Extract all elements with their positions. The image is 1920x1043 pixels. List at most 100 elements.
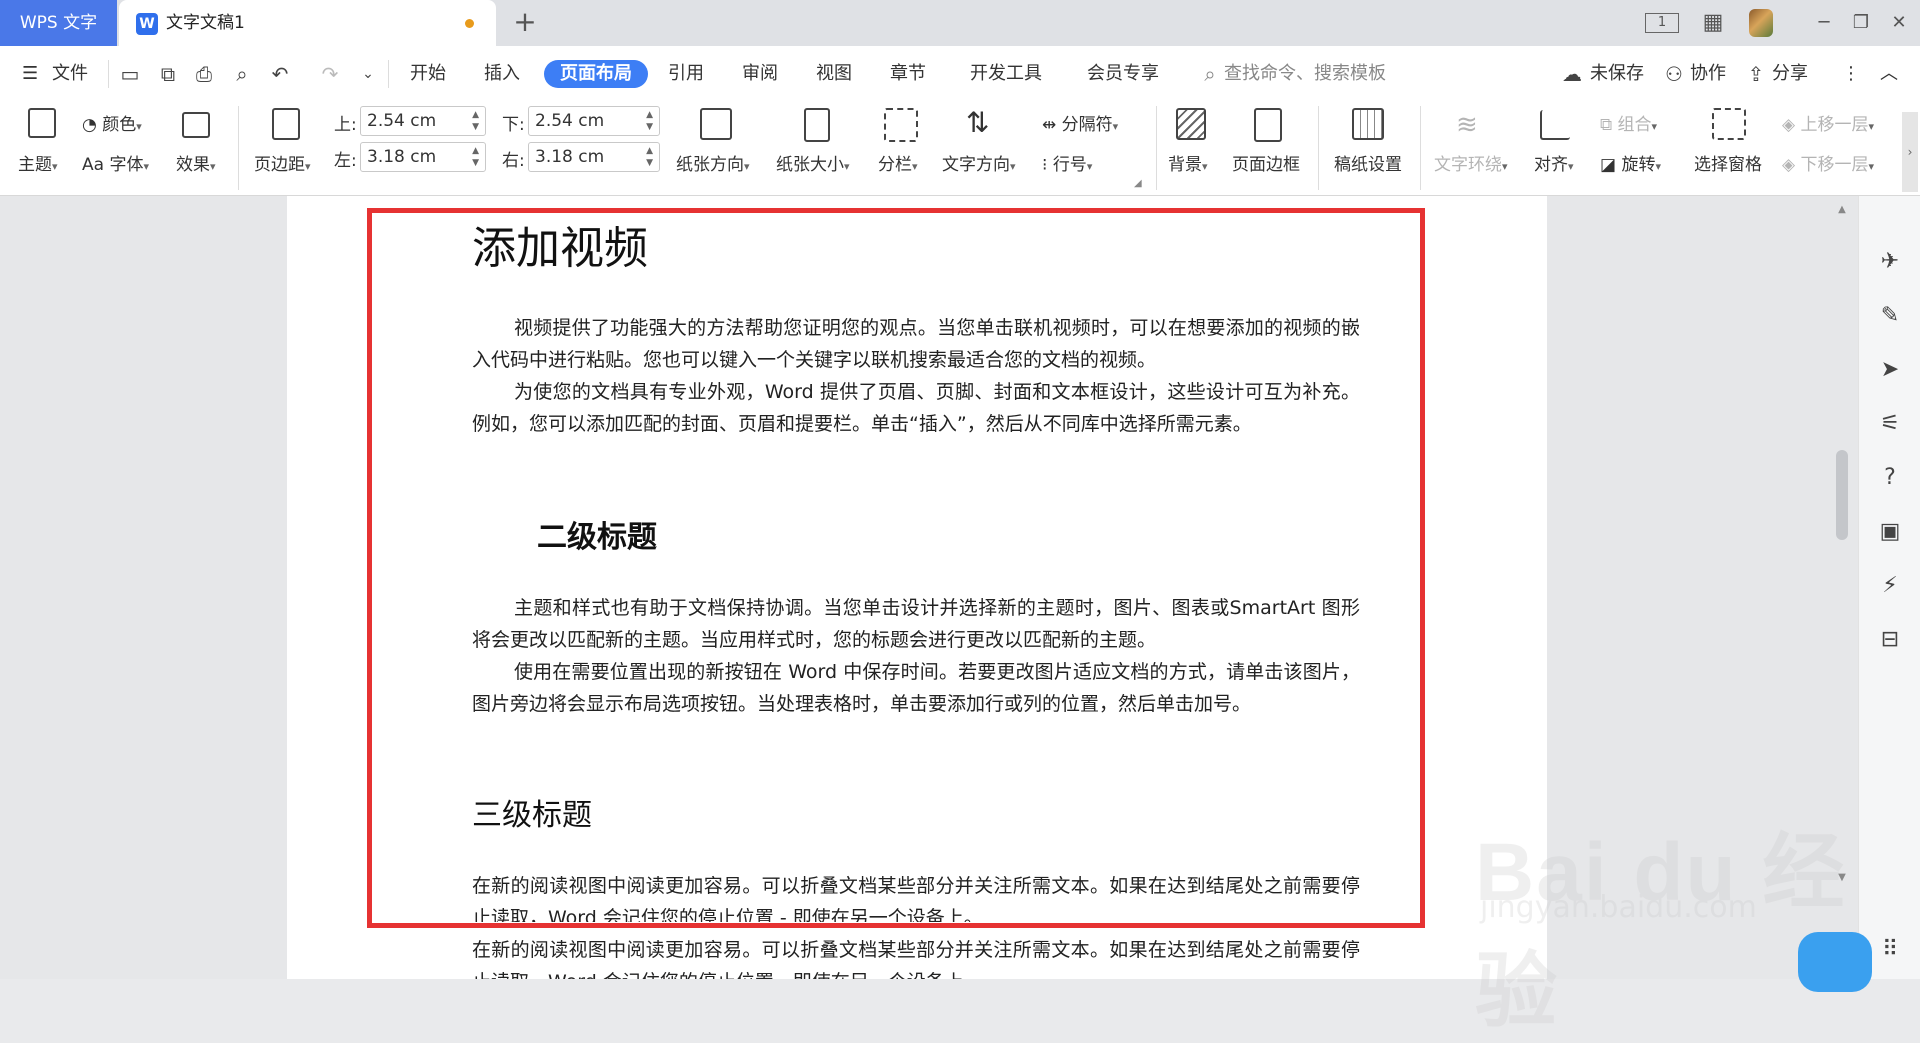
tab-sections[interactable]: 章节 bbox=[890, 60, 926, 88]
ribbon-scroll-right-icon[interactable]: › bbox=[1902, 112, 1918, 192]
document-tab[interactable]: W 文字文稿1 bbox=[119, 0, 496, 46]
left-margin-input[interactable]: 3.18 cm ▲ ▼ bbox=[360, 142, 486, 172]
right-margin-input[interactable]: 3.18 cm ▲ ▼ bbox=[528, 142, 660, 172]
print-icon[interactable]: ⎙ bbox=[190, 60, 218, 88]
orientation-button[interactable]: 纸张方向▾ bbox=[676, 150, 750, 175]
image-tools-icon[interactable]: ▣ bbox=[1874, 516, 1906, 548]
left-margin-label: 左: bbox=[334, 151, 357, 171]
background-button[interactable]: 背景▾ bbox=[1168, 150, 1208, 175]
command-search[interactable]: 查找命令、搜索模板 bbox=[1224, 60, 1386, 88]
align-icon bbox=[1540, 110, 1570, 140]
title-bar: WPS 文字 W 文字文稿1 + 1 ▦ ─ ❐ ✕ bbox=[0, 0, 1920, 46]
margins-icon bbox=[272, 108, 300, 140]
page-border-button[interactable]: 页面边框 bbox=[1232, 150, 1300, 175]
print-preview-icon[interactable]: ⌕ bbox=[228, 60, 256, 88]
cloud-icon: ☁ bbox=[1562, 62, 1582, 86]
grid-paper-icon bbox=[1352, 108, 1384, 140]
effects-button[interactable]: 效果▾ bbox=[176, 150, 216, 175]
divider bbox=[108, 60, 109, 88]
more-options-icon[interactable]: ⋮ bbox=[1842, 60, 1860, 88]
divider bbox=[1318, 106, 1319, 190]
paper-size-button[interactable]: 纸张大小▾ bbox=[776, 150, 850, 175]
right-margin-label: 右: bbox=[502, 151, 525, 171]
group-button[interactable]: ⧉ 组合▾ bbox=[1600, 110, 1657, 135]
divider bbox=[1156, 106, 1157, 190]
selection-pane-icon bbox=[1712, 108, 1746, 140]
tab-home[interactable]: 开始 bbox=[410, 60, 446, 88]
unsaved-dot-icon bbox=[465, 19, 474, 28]
paragraph[interactable]: 在新的阅读视图中阅读更加容易。可以折叠文档某些部分并关注所需文本。如果在达到结尾… bbox=[472, 934, 1360, 979]
pen-icon[interactable]: ✎ bbox=[1874, 300, 1906, 332]
hamburger-icon[interactable]: ☰ bbox=[22, 60, 38, 88]
tab-insert[interactable]: 插入 bbox=[484, 60, 520, 88]
rotate-button[interactable]: ◪ 旋转▾ bbox=[1600, 150, 1661, 175]
customize-quick-access-icon[interactable]: ⌄ bbox=[354, 60, 382, 88]
background-icon bbox=[1176, 108, 1206, 140]
undo-icon[interactable]: ↶ bbox=[266, 60, 294, 88]
menu-bar: ☰ 文件 ▭ ⧉ ⎙ ⌕ ↶ ↷ ⌄ 开始 插入 页面布局 引用 审阅 视图 章… bbox=[0, 46, 1920, 100]
selection-pane-button[interactable]: 选择窗格 bbox=[1694, 150, 1762, 175]
scrollbar-thumb[interactable] bbox=[1836, 450, 1848, 540]
share-button[interactable]: 分享 bbox=[1772, 60, 1808, 88]
bottom-margin-input[interactable]: 2.54 cm ▲ ▼ bbox=[528, 106, 660, 136]
rocket-icon[interactable]: ✈ bbox=[1874, 246, 1906, 278]
text-wrap-button[interactable]: 文字环绕▾ bbox=[1434, 150, 1508, 175]
theme-button[interactable]: 主题▾ bbox=[18, 150, 58, 175]
top-margin-label: 上: bbox=[334, 115, 357, 135]
share-icon: ⇪ bbox=[1747, 62, 1765, 86]
top-margin-input[interactable]: 2.54 cm ▲ ▼ bbox=[360, 106, 486, 136]
tab-view[interactable]: 视图 bbox=[816, 60, 852, 88]
avatar[interactable] bbox=[1749, 9, 1773, 37]
tab-developer[interactable]: 开发工具 bbox=[970, 60, 1042, 88]
bring-forward-button[interactable]: ◈ 上移一层▾ bbox=[1782, 110, 1874, 135]
minimize-button[interactable]: ─ bbox=[1808, 8, 1840, 38]
page-setup-dialog-icon[interactable]: ◢ bbox=[1134, 178, 1142, 189]
new-tab-button[interactable]: + bbox=[509, 7, 541, 39]
ai-assistant-icon[interactable]: ⚡ bbox=[1874, 570, 1906, 602]
grid-paper-button[interactable]: 稿纸设置 bbox=[1334, 150, 1402, 175]
settings-sliders-icon[interactable]: ⚟ bbox=[1874, 408, 1906, 440]
close-button[interactable]: ✕ bbox=[1883, 8, 1915, 38]
grid-layout-icon[interactable]: ▦ bbox=[1697, 8, 1729, 38]
send-backward-button[interactable]: ◈ 下移一层▾ bbox=[1782, 150, 1874, 175]
more-tools-icon[interactable]: ⠿ bbox=[1874, 934, 1906, 966]
theme-icon bbox=[28, 108, 56, 138]
assistant-bird-icon[interactable] bbox=[1798, 932, 1872, 992]
highlight-box bbox=[367, 208, 1425, 928]
redo-icon[interactable]: ↷ bbox=[316, 60, 344, 88]
save-icon[interactable]: ▭ bbox=[116, 60, 144, 88]
file-menu[interactable]: 文件 bbox=[52, 60, 88, 88]
tab-page-layout[interactable]: 页面布局 bbox=[544, 60, 648, 88]
help-icon[interactable]: ? bbox=[1874, 462, 1906, 494]
bottom-margin-label: 下: bbox=[502, 115, 525, 135]
align-button[interactable]: 对齐▾ bbox=[1534, 150, 1574, 175]
app-tab[interactable]: WPS 文字 bbox=[0, 0, 117, 46]
restore-button[interactable]: ❐ bbox=[1845, 8, 1877, 38]
paper-size-icon bbox=[804, 108, 830, 142]
text-direction-icon: ⇅ bbox=[966, 106, 990, 139]
breaks-button[interactable]: ⇹ 分隔符▾ bbox=[1042, 110, 1118, 135]
collapse-ribbon-icon[interactable]: ︿ bbox=[1880, 60, 1898, 88]
colors-button[interactable]: ◔ 颜色▾ bbox=[82, 110, 142, 135]
collaborate-icon: ⚇ bbox=[1665, 62, 1683, 86]
collaborate-button[interactable]: 协作 bbox=[1690, 60, 1726, 88]
search-icon[interactable]: ⌕ bbox=[1196, 60, 1224, 88]
watermark-url: jingyan.baidu.com bbox=[1480, 890, 1757, 925]
columns-button[interactable]: 分栏▾ bbox=[878, 150, 918, 175]
tab-references[interactable]: 引用 bbox=[668, 60, 704, 88]
line-numbers-button[interactable]: ⁝ 行号▾ bbox=[1042, 150, 1092, 175]
select-cursor-icon[interactable]: ➤ bbox=[1874, 354, 1906, 386]
unsaved-button[interactable]: 未保存 bbox=[1590, 60, 1644, 88]
page-view-icon[interactable]: 1 bbox=[1645, 13, 1679, 33]
fonts-button[interactable]: Aa 字体▾ bbox=[82, 150, 149, 175]
reading-mode-icon[interactable]: ⊟ bbox=[1874, 624, 1906, 656]
text-wrap-icon: ≋ bbox=[1456, 110, 1478, 140]
divider bbox=[388, 60, 389, 88]
tab-review[interactable]: 审阅 bbox=[742, 60, 778, 88]
export-pdf-icon[interactable]: ⧉ bbox=[154, 60, 182, 88]
tab-membership[interactable]: 会员专享 bbox=[1087, 60, 1159, 88]
text-direction-button[interactable]: 文字方向▾ bbox=[942, 150, 1016, 175]
orientation-icon bbox=[700, 108, 732, 140]
scroll-up-icon[interactable]: ▲ bbox=[1834, 204, 1850, 215]
margins-button[interactable]: 页边距▾ bbox=[254, 150, 311, 175]
